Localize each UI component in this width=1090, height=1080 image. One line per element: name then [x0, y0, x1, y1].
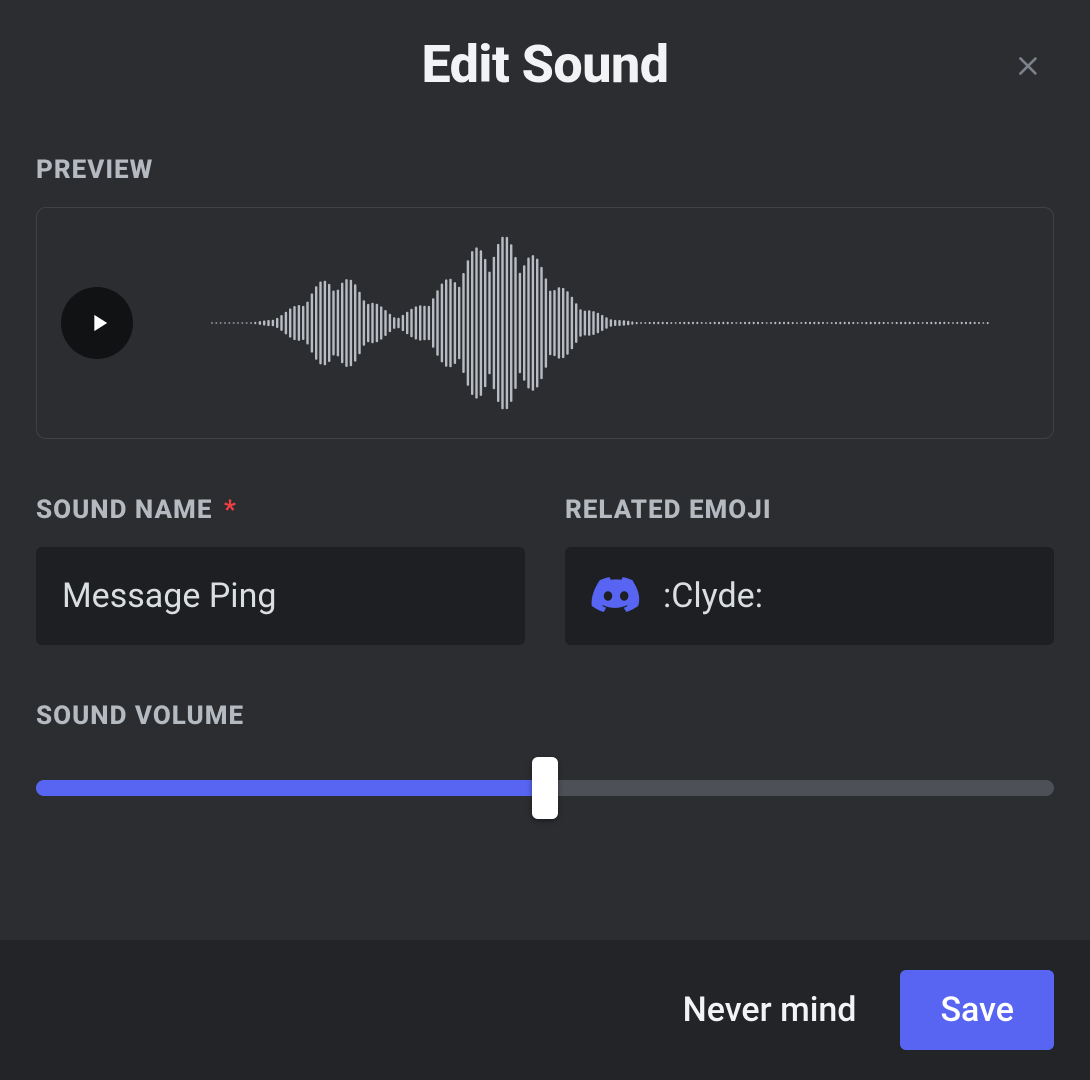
volume-label: SOUND VOLUME [36, 701, 1054, 731]
volume-section: SOUND VOLUME [36, 701, 1054, 823]
play-button[interactable] [61, 287, 133, 359]
emoji-picker[interactable]: :Clyde: [565, 547, 1054, 645]
emoji-text: :Clyde: [663, 576, 763, 616]
waveform [173, 228, 1029, 418]
edit-sound-modal: Edit Sound PREVIEW SOUND NAME * [0, 0, 1090, 1080]
slider-thumb[interactable] [532, 757, 558, 819]
field-row: SOUND NAME * RELATED EMOJI :Clyde: [36, 495, 1054, 645]
sound-name-field: SOUND NAME * [36, 495, 525, 645]
required-mark: * [224, 495, 237, 525]
close-button[interactable] [1006, 44, 1050, 88]
modal-header: Edit Sound [0, 0, 1090, 105]
sound-name-label-text: SOUND NAME [36, 495, 212, 525]
save-button[interactable]: Save [900, 970, 1054, 1050]
preview-label: PREVIEW [36, 155, 1054, 185]
play-icon [85, 309, 113, 337]
close-icon [1012, 46, 1044, 86]
cancel-button[interactable]: Never mind [655, 970, 885, 1050]
modal-body: PREVIEW SOUND NAME * RELATED EMOJI [0, 105, 1090, 940]
clyde-icon [591, 577, 641, 615]
preview-box [36, 207, 1054, 439]
related-emoji-label: RELATED EMOJI [565, 495, 1054, 525]
sound-name-input[interactable] [36, 547, 525, 645]
sound-name-label: SOUND NAME * [36, 495, 525, 525]
slider-fill [36, 780, 545, 796]
related-emoji-field: RELATED EMOJI :Clyde: [565, 495, 1054, 645]
volume-slider[interactable] [36, 753, 1054, 823]
modal-footer: Never mind Save [0, 940, 1090, 1080]
modal-title: Edit Sound [0, 34, 1090, 95]
